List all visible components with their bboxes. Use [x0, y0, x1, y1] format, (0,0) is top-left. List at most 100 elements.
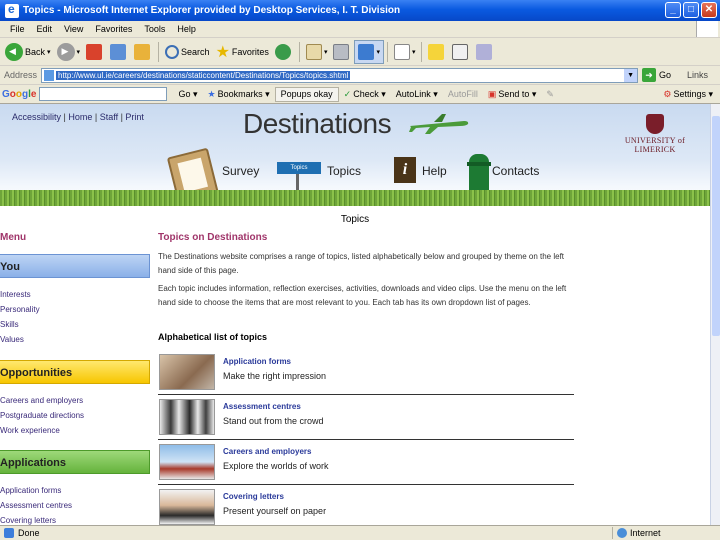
- nav-contacts[interactable]: Contacts: [492, 164, 539, 178]
- note-icon: [428, 43, 445, 60]
- refresh-button[interactable]: [107, 40, 131, 64]
- links-button[interactable]: Links: [687, 70, 708, 80]
- favorites-label: Favorites: [231, 46, 269, 57]
- popup-blocker-button[interactable]: Popups okay: [274, 86, 339, 102]
- nav-survey[interactable]: Survey: [222, 164, 259, 178]
- search-button[interactable]: Search: [162, 40, 213, 64]
- window-title: Topics - Microsoft Internet Explorer pro…: [23, 5, 401, 16]
- topic-title[interactable]: Assessment centres: [223, 402, 301, 411]
- scrollbar-thumb[interactable]: [712, 116, 720, 336]
- topic-thumbnail[interactable]: [159, 354, 215, 390]
- sendto-button[interactable]: ▣ Send to ▾: [483, 89, 542, 100]
- topic-item[interactable]: Assessment centres Stand out from the cr…: [158, 396, 574, 440]
- close-button[interactable]: ✕: [701, 2, 717, 18]
- menu-view[interactable]: View: [58, 24, 89, 34]
- address-input[interactable]: http://www.ul.ie/careers/destinations/st…: [41, 67, 639, 83]
- mail-button[interactable]: ▾: [303, 40, 331, 64]
- airplane-icon: [409, 114, 469, 134]
- menu-section-opportunities[interactable]: Opportunities: [0, 360, 150, 384]
- minimize-button[interactable]: _: [665, 2, 681, 18]
- back-button[interactable]: Back ▾: [2, 40, 54, 64]
- google-search-input[interactable]: [39, 87, 168, 101]
- menu-section-you[interactable]: You: [0, 254, 150, 278]
- topic-thumbnail[interactable]: [159, 489, 215, 525]
- topic-item[interactable]: Covering letters Present yourself on pap…: [158, 486, 574, 525]
- topic-title[interactable]: Covering letters: [223, 492, 284, 501]
- maximize-button[interactable]: □: [683, 2, 699, 18]
- topic-thumbnail[interactable]: [159, 399, 215, 435]
- pencil-icon[interactable]: ✎: [541, 89, 559, 100]
- menu-link-work-experience[interactable]: Work experience: [0, 426, 60, 435]
- spellcheck-button[interactable]: ✓ Check ▾: [339, 89, 391, 100]
- menu-edit[interactable]: Edit: [31, 24, 59, 34]
- menu-link-interests[interactable]: Interests: [0, 290, 31, 299]
- go-label: Go: [659, 70, 672, 80]
- go-button[interactable]: ➜ Go: [642, 68, 671, 82]
- chevron-down-icon[interactable]: ▾: [77, 48, 81, 56]
- history-button[interactable]: [272, 40, 296, 64]
- autolink-label: AutoLink: [395, 89, 431, 99]
- chevron-down-icon[interactable]: ▾: [47, 48, 51, 56]
- menu-link-values[interactable]: Values: [0, 335, 24, 344]
- menu-link-assessment-centres[interactable]: Assessment centres: [0, 501, 72, 510]
- search-label: Search: [181, 46, 210, 57]
- menu-link-postgraduate[interactable]: Postgraduate directions: [0, 411, 84, 420]
- autofill-button[interactable]: AutoFill: [443, 89, 483, 99]
- page-icon: [44, 69, 55, 81]
- google-logo[interactable]: Google: [2, 89, 36, 100]
- vertical-scrollbar[interactable]: [710, 104, 720, 525]
- topic-item[interactable]: Application forms Make the right impress…: [158, 351, 574, 395]
- address-url[interactable]: http://www.ul.ie/careers/destinations/st…: [56, 70, 351, 80]
- menu-file[interactable]: File: [4, 24, 31, 34]
- nav-topics[interactable]: Topics: [327, 164, 361, 178]
- google-go-button[interactable]: Go ▾: [173, 89, 202, 100]
- menu-tools[interactable]: Tools: [138, 24, 171, 34]
- standard-toolbar: Back ▾ ▾ Search ★ Favorites ▾ ▾ ▾: [0, 38, 720, 66]
- nav-help[interactable]: Help: [422, 164, 447, 178]
- site-title[interactable]: Destinations: [243, 108, 392, 140]
- messenger-button[interactable]: ▾: [354, 39, 384, 64]
- home-button[interactable]: [131, 40, 155, 64]
- topic-item[interactable]: Careers and employers Explore the worlds…: [158, 441, 574, 485]
- home-link[interactable]: Home: [68, 112, 92, 122]
- research-button[interactable]: [449, 40, 473, 64]
- go-arrow-icon: ➜: [642, 68, 657, 82]
- back-label: Back: [25, 46, 46, 57]
- menu-link-skills[interactable]: Skills: [0, 320, 19, 329]
- autolink-button[interactable]: AutoLink ▾: [391, 89, 443, 100]
- grass-strip: [0, 190, 710, 206]
- menu-link-careers[interactable]: Careers and employers: [0, 396, 83, 405]
- edit-button[interactable]: ▾: [391, 40, 419, 64]
- notes-button[interactable]: [425, 40, 449, 64]
- status-bar: Done Internet: [0, 525, 720, 540]
- menu-favorites[interactable]: Favorites: [89, 24, 138, 34]
- staff-link[interactable]: Staff: [100, 112, 118, 122]
- stop-button[interactable]: [83, 40, 107, 64]
- accessibility-link[interactable]: Accessibility: [12, 112, 61, 122]
- settings-button[interactable]: ⚙ Settings ▾: [658, 89, 718, 100]
- refresh-icon: [110, 43, 127, 60]
- university-logo[interactable]: UNIVERSITY of LIMERICK: [605, 114, 705, 154]
- signpost-icon[interactable]: Topics: [277, 162, 321, 174]
- topic-subtitle: Present yourself on paper: [223, 506, 327, 516]
- print-button[interactable]: [330, 40, 354, 64]
- toolbar-separator: [158, 41, 160, 62]
- menu-link-application-forms[interactable]: Application forms: [0, 486, 61, 495]
- menu-link-covering-letters[interactable]: Covering letters: [0, 516, 56, 525]
- menu-link-personality[interactable]: Personality: [0, 305, 40, 314]
- topic-thumbnail[interactable]: [159, 444, 215, 480]
- menu-section-applications[interactable]: Applications: [0, 450, 150, 474]
- topic-title[interactable]: Careers and employers: [223, 447, 312, 456]
- menu-help[interactable]: Help: [171, 24, 202, 34]
- discuss-button[interactable]: [473, 40, 497, 64]
- chevron-down-icon[interactable]: ▼: [624, 68, 638, 82]
- favorites-button[interactable]: ★ Favorites: [213, 40, 272, 64]
- print-link[interactable]: Print: [125, 112, 144, 122]
- document-icon: [393, 43, 410, 60]
- topic-title[interactable]: Application forms: [223, 357, 291, 366]
- info-paragraph: Each topic includes information, reflect…: [158, 284, 567, 307]
- forward-button[interactable]: ▾: [54, 40, 84, 64]
- topic-subtitle: Explore the worlds of work: [223, 461, 329, 471]
- bookmarks-button[interactable]: ★ Bookmarks ▾: [203, 89, 275, 100]
- info-icon[interactable]: i: [394, 157, 416, 183]
